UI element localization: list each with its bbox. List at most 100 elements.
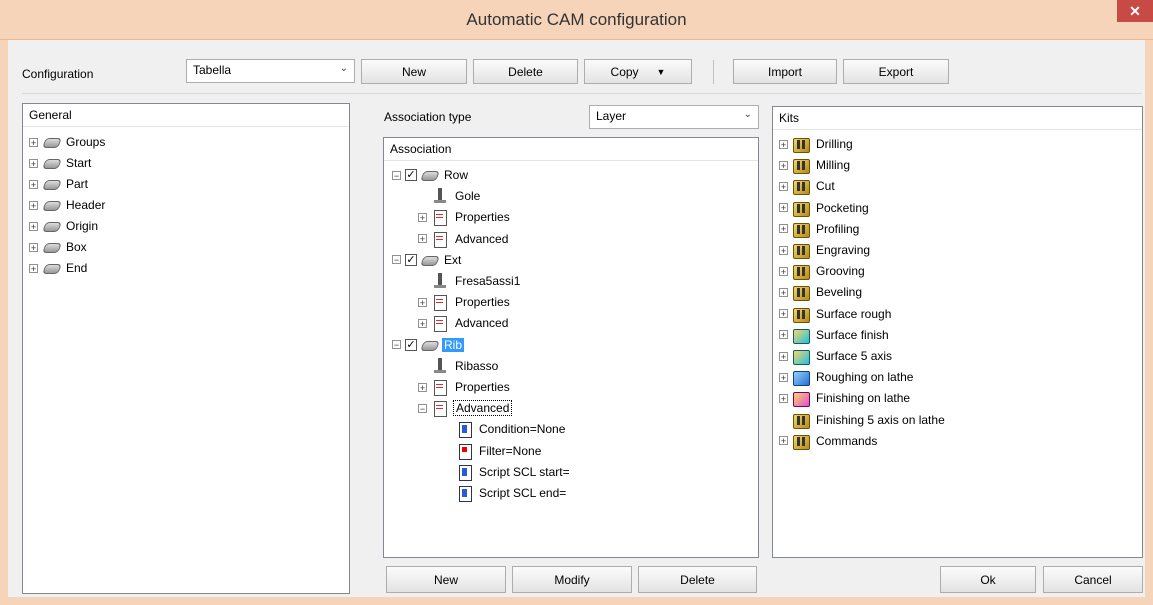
expand-icon[interactable]: + (779, 224, 788, 234)
association-tree-item[interactable]: Fresa5assi1 (418, 271, 522, 291)
association-tree-item[interactable]: − ✓ Row (392, 165, 470, 185)
expand-icon[interactable]: + (779, 330, 788, 340)
general-tree-item[interactable]: + Part (29, 174, 90, 194)
association-tree-item[interactable]: + Advanced (418, 229, 510, 249)
layer-checkbox[interactable]: ✓ (405, 169, 417, 181)
kits-tree-item[interactable]: + Milling (779, 155, 852, 175)
expand-icon[interactable]: + (418, 318, 427, 328)
association-tree-item[interactable]: + Properties (418, 292, 512, 312)
expand-icon[interactable]: + (779, 203, 788, 213)
association-delete-button[interactable]: Delete (638, 566, 757, 593)
kits-tree-item[interactable]: + Cut (779, 176, 837, 196)
expand-icon[interactable]: + (29, 200, 38, 210)
kits-tree-item[interactable]: + Profiling (779, 219, 861, 239)
expand-icon[interactable]: + (29, 263, 38, 273)
export-button[interactable]: Export (843, 59, 949, 84)
config-copy-button[interactable]: Copy ▼ (584, 59, 692, 84)
config-new-button[interactable]: New (361, 59, 467, 84)
association-tree-item[interactable]: − ✓ Rib (392, 335, 465, 355)
expand-icon[interactable]: + (779, 266, 788, 276)
expand-icon[interactable]: + (779, 139, 788, 149)
expand-icon[interactable]: + (418, 234, 427, 244)
configuration-select-value: Tabella (193, 63, 232, 77)
general-item-label: Start (66, 156, 92, 170)
expand-icon[interactable]: + (29, 242, 38, 252)
association-tree-item[interactable]: − ✓ Ext (392, 250, 463, 270)
kits-tree-item[interactable]: + Surface finish (779, 325, 891, 345)
association-new-button[interactable]: New (386, 566, 506, 593)
general-panel[interactable]: General + Groups + Start + Part + Header + Origin… (22, 103, 350, 594)
association-tree-item[interactable]: Filter=None (442, 441, 543, 461)
expand-icon[interactable]: + (418, 382, 427, 392)
kits-tree-item[interactable]: + Commands (779, 431, 879, 451)
kits-panel[interactable]: Kits + Drilling + Milling + Cut + Pocketing + Pro… (772, 106, 1143, 558)
general-tree-item[interactable]: + End (29, 258, 89, 278)
association-tree-item[interactable]: + Properties (418, 377, 512, 397)
general-tree-item[interactable]: + Origin (29, 216, 100, 236)
commands-icon (792, 433, 810, 450)
association-tree-item[interactable]: + Properties (418, 207, 512, 227)
kits-tree-item[interactable]: + Surface rough (779, 304, 893, 324)
kit-label: Roughing on lathe (816, 370, 914, 385)
expand-icon[interactable]: + (779, 436, 788, 446)
association-item-label: Rib (442, 337, 465, 352)
association-modify-button[interactable]: Modify (512, 566, 632, 593)
surface-rough-icon (792, 306, 810, 323)
expand-icon[interactable]: + (29, 179, 38, 189)
expand-icon[interactable]: + (779, 309, 788, 319)
layer-checkbox[interactable]: ✓ (405, 253, 417, 266)
expand-icon[interactable]: + (418, 297, 427, 307)
import-button[interactable]: Import (733, 59, 837, 84)
expand-icon[interactable]: + (779, 181, 788, 191)
expand-icon[interactable]: + (779, 245, 788, 255)
collapse-icon[interactable]: − (418, 403, 427, 413)
kits-tree-item[interactable]: + Engraving (779, 240, 872, 260)
association-tree-item[interactable]: Gole (418, 186, 482, 206)
general-tree-item[interactable]: + Box (29, 237, 89, 257)
expand-icon[interactable]: + (779, 351, 788, 361)
collapse-icon[interactable]: − (392, 170, 401, 180)
association-type-select[interactable]: Layer ⌄ (589, 105, 759, 129)
kits-tree-item[interactable]: Finishing 5 axis on lathe (779, 410, 947, 430)
association-tree-item[interactable]: − Advanced (418, 398, 513, 418)
expand-icon[interactable]: + (779, 372, 788, 382)
association-panel[interactable]: Association − ✓ Row Gole + Properties + Advance… (383, 137, 759, 558)
collapse-icon[interactable]: − (392, 255, 401, 265)
association-tree-item[interactable]: Script SCL start= (442, 462, 572, 482)
expand-icon[interactable]: + (779, 287, 788, 297)
expand-icon[interactable]: + (29, 158, 38, 168)
kits-tree-item[interactable]: + Surface 5 axis (779, 346, 894, 366)
association-tree-item[interactable]: Condition=None (442, 419, 567, 439)
kits-tree-item[interactable]: + Grooving (779, 261, 867, 281)
collapse-icon[interactable]: − (392, 340, 401, 350)
configuration-select[interactable]: Tabella ⌄ (186, 59, 355, 83)
close-button[interactable]: ✕ (1117, 0, 1153, 22)
general-tree-item[interactable]: + Header (29, 195, 107, 215)
roughing-lathe-icon (792, 369, 810, 387)
config-delete-button[interactable]: Delete (473, 59, 578, 84)
kit-label: Finishing 5 axis on lathe (816, 412, 945, 427)
association-tree-item[interactable]: + Advanced (418, 313, 510, 333)
ok-button[interactable]: Ok (940, 566, 1036, 593)
expand-icon[interactable]: + (418, 212, 427, 222)
kits-tree-item[interactable]: + Beveling (779, 282, 864, 302)
script-icon (455, 464, 473, 481)
association-tree-item[interactable]: Script SCL end= (442, 483, 568, 503)
association-item-label: Properties (455, 210, 510, 225)
expand-icon[interactable]: + (779, 160, 788, 170)
layer-checkbox[interactable]: ✓ (405, 338, 417, 351)
expand-icon[interactable]: + (29, 137, 38, 147)
association-tree-item[interactable]: Ribasso (418, 356, 500, 376)
general-tree-item[interactable]: + Groups (29, 132, 107, 152)
general-tree-item[interactable]: + Start (29, 153, 93, 173)
expand-icon[interactable]: + (779, 393, 788, 403)
kits-tree-item[interactable]: + Drilling (779, 134, 855, 154)
cancel-button[interactable]: Cancel (1043, 566, 1143, 593)
configuration-label: Configuration (22, 67, 94, 81)
kit-label: Cut (816, 179, 835, 194)
kits-tree-item[interactable]: + Roughing on lathe (779, 367, 915, 387)
kits-tree-item[interactable]: + Pocketing (779, 198, 871, 218)
window-frame-bottom (0, 597, 1153, 605)
kits-tree-item[interactable]: + Finishing on lathe (779, 388, 912, 408)
expand-icon[interactable]: + (29, 221, 38, 231)
